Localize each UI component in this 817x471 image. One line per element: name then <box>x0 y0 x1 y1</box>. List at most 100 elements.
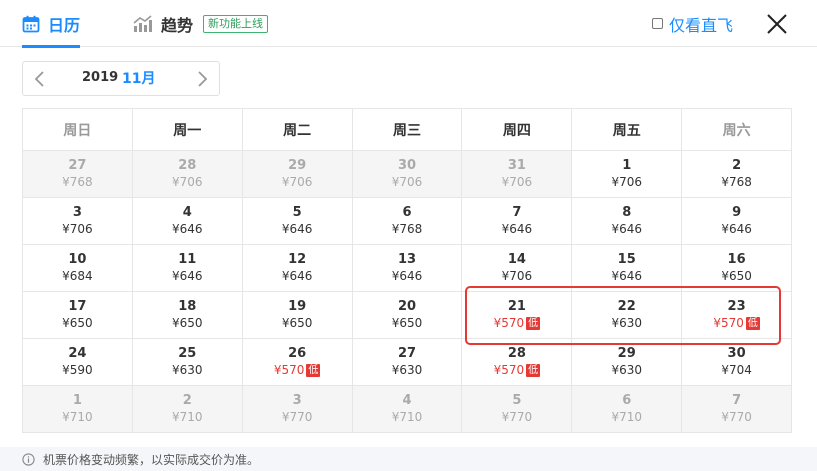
year-label: 2019 <box>82 70 119 85</box>
week-row: 24 ¥590 25 ¥630 26 ¥570 低 27 ¥630 28 ¥570 低 29 ¥630 30… <box>23 339 793 386</box>
day-cell[interactable]: 3 ¥706 <box>23 198 133 245</box>
day-cell[interactable]: 27 ¥630 <box>352 339 463 386</box>
day-cell[interactable]: 4 ¥710 <box>352 386 463 433</box>
day-number: 21 <box>507 299 526 314</box>
day-price-row: ¥646 <box>721 222 752 237</box>
day-price-row: ¥706 <box>172 175 203 190</box>
day-number: 22 <box>617 299 636 314</box>
day-cell[interactable]: 5 ¥646 <box>242 198 353 245</box>
direct-only-toggle[interactable]: 仅看直飞 <box>652 0 733 47</box>
day-price: ¥710 <box>611 410 642 424</box>
day-cell[interactable]: 14 ¥706 <box>462 245 573 292</box>
day-price: ¥710 <box>172 410 203 424</box>
day-cell[interactable]: 11 ¥646 <box>132 245 243 292</box>
day-price-row: ¥590 <box>62 363 93 378</box>
day-price: ¥768 <box>391 222 423 236</box>
day-cell[interactable]: 9 ¥646 <box>682 198 793 245</box>
day-cell[interactable]: 1 ¥706 <box>572 151 683 198</box>
day-number: 31 <box>507 158 526 173</box>
day-cell[interactable]: 4 ¥646 <box>132 198 243 245</box>
day-cell[interactable]: 21 ¥570 低 <box>462 292 573 339</box>
day-cell[interactable]: 15 ¥646 <box>572 245 683 292</box>
day-price-row: ¥768 <box>392 222 423 237</box>
day-cell[interactable]: 28 ¥706 <box>132 151 243 198</box>
header-bar: 日历 趋势 新功能上线 仅看直飞 <box>0 0 817 48</box>
day-price: ¥706 <box>391 175 423 189</box>
day-number: 6 <box>622 393 632 408</box>
day-price-row: ¥646 <box>611 222 642 237</box>
next-month-chevron-icon[interactable] <box>193 69 211 89</box>
day-cell[interactable]: 30 ¥706 <box>352 151 463 198</box>
day-number: 24 <box>68 346 87 361</box>
day-price-row: ¥684 <box>62 269 93 284</box>
day-cell[interactable]: 30 ¥704 <box>682 339 793 386</box>
day-price-row: ¥646 <box>611 269 642 284</box>
weekday-header: 周日 <box>23 109 133 151</box>
day-cell[interactable]: 29 ¥706 <box>242 151 353 198</box>
low-price-tag: 低 <box>526 364 541 377</box>
day-cell[interactable]: 7 ¥646 <box>462 198 573 245</box>
day-price-row: ¥646 <box>172 269 203 284</box>
day-cell[interactable]: 7 ¥770 <box>682 386 793 433</box>
day-cell[interactable]: 19 ¥650 <box>242 292 353 339</box>
day-price: ¥650 <box>62 316 93 330</box>
day-cell[interactable]: 1 ¥710 <box>23 386 133 433</box>
day-price: ¥770 <box>721 410 752 424</box>
day-cell[interactable]: 12 ¥646 <box>242 245 353 292</box>
close-icon[interactable] <box>764 11 790 37</box>
day-cell[interactable]: 2 ¥768 <box>682 151 793 198</box>
day-cell[interactable]: 20 ¥650 <box>352 292 463 339</box>
day-cell[interactable]: 10 ¥684 <box>23 245 133 292</box>
day-cell[interactable]: 18 ¥650 <box>132 292 243 339</box>
day-price: ¥646 <box>281 222 313 236</box>
day-cell[interactable]: 6 ¥710 <box>572 386 683 433</box>
day-number: 3 <box>292 393 302 408</box>
day-price: ¥570 <box>713 316 744 330</box>
day-cell[interactable]: 26 ¥570 低 <box>242 339 353 386</box>
direct-only-label[interactable]: 仅看直飞 <box>669 12 733 36</box>
day-cell[interactable]: 31 ¥706 <box>462 151 573 198</box>
day-cell[interactable]: 17 ¥650 <box>23 292 133 339</box>
day-number: 10 <box>68 252 87 267</box>
day-number: 30 <box>727 346 746 361</box>
prev-month-chevron-icon[interactable] <box>31 69 49 89</box>
day-cell[interactable]: 5 ¥770 <box>462 386 573 433</box>
day-cell[interactable]: 23 ¥570 低 <box>682 292 793 339</box>
day-price-row: ¥570 低 <box>494 363 541 378</box>
tab-calendar[interactable]: 日历 <box>22 0 81 48</box>
day-price: ¥650 <box>721 269 752 283</box>
month-label: 11月 <box>122 71 156 87</box>
day-price-row: ¥704 <box>721 363 752 378</box>
day-cell[interactable]: 3 ¥770 <box>242 386 353 433</box>
calendar-grid: 周日 周一 周二 周三 周四 周五 周六 27 ¥768 28 ¥706 29 ¥706 30 ¥706 3… <box>22 108 793 433</box>
day-price-row: ¥630 <box>611 363 642 378</box>
day-cell[interactable]: 22 ¥630 <box>572 292 683 339</box>
day-cell[interactable]: 28 ¥570 低 <box>462 339 573 386</box>
day-price: ¥706 <box>501 269 533 283</box>
direct-only-checkbox[interactable] <box>652 18 663 29</box>
low-price-tag: 低 <box>745 317 760 330</box>
tab-trend[interactable]: 趋势 新功能上线 <box>133 0 269 47</box>
day-cell[interactable]: 27 ¥768 <box>23 151 133 198</box>
day-cell[interactable]: 25 ¥630 <box>132 339 243 386</box>
day-price-row: ¥768 <box>62 175 93 190</box>
weekday-header: 周六 <box>682 109 793 151</box>
day-number: 11 <box>178 252 197 267</box>
day-cell[interactable]: 2 ¥710 <box>132 386 243 433</box>
day-cell[interactable]: 13 ¥646 <box>352 245 463 292</box>
day-number: 15 <box>617 252 636 267</box>
day-number: 29 <box>617 346 636 361</box>
day-price-row: ¥570 低 <box>494 316 541 331</box>
day-price-row: ¥706 <box>392 175 423 190</box>
day-price: ¥706 <box>62 222 93 236</box>
day-cell[interactable]: 16 ¥650 <box>682 245 793 292</box>
day-cell[interactable]: 24 ¥590 <box>23 339 133 386</box>
trend-chart-icon <box>133 14 152 32</box>
day-price-row: ¥706 <box>282 175 313 190</box>
day-cell[interactable]: 29 ¥630 <box>572 339 683 386</box>
info-icon <box>22 452 35 466</box>
day-cell[interactable]: 6 ¥768 <box>352 198 463 245</box>
day-price-row: ¥706 <box>502 175 533 190</box>
day-cell[interactable]: 8 ¥646 <box>572 198 683 245</box>
weekday-header: 周三 <box>352 109 463 151</box>
